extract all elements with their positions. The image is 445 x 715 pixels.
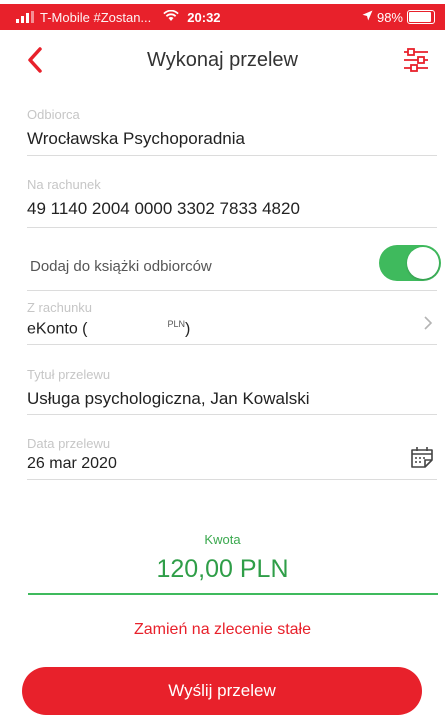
back-button[interactable] (22, 42, 52, 78)
settings-button[interactable] (401, 46, 431, 74)
recipient-label: Odbiorca (27, 107, 80, 122)
chevron-left-icon (28, 47, 42, 73)
transfer-title-value: Usługa psychologiczna, Jan Kowalski (27, 389, 310, 408)
transfer-title-label: Tytuł przelewu (27, 367, 111, 382)
source-account-value: eKonto (PLN) (27, 319, 191, 338)
transfer-title-field[interactable]: Tytuł przelewu Usługa psychologiczna, Ja… (27, 367, 437, 415)
source-account-label: Z rachunku (27, 300, 93, 315)
battery-icon (407, 10, 435, 24)
add-to-address-book-row: Dodaj do książki odbiorców (27, 244, 441, 291)
wifi-icon (163, 9, 179, 25)
amount-underline (28, 593, 438, 595)
sliders-icon (404, 48, 428, 72)
battery-percent: 98% (376, 9, 403, 25)
source-account-field[interactable]: Z rachunku eKonto (PLN) (27, 300, 437, 345)
calendar-icon[interactable] (409, 444, 435, 470)
transfer-date-label: Data przelewu (27, 436, 111, 451)
recipient-value: Wrocławska Psychoporadnia (27, 129, 245, 148)
convert-to-standing-order-link[interactable]: Zamień na zlecenie stałe (0, 621, 445, 639)
page-title: Wykonaj przelew (147, 48, 298, 71)
amount-input[interactable]: 120,00 PLN (0, 555, 445, 584)
source-account-currency: PLN (167, 319, 185, 329)
add-to-address-book-label: Dodaj do książki odbiorców (30, 258, 212, 275)
send-transfer-button[interactable]: Wyślij przelew (22, 667, 422, 715)
account-number-value: 49 1140 2004 0000 3302 7833 4820 (27, 199, 300, 218)
chevron-right-icon (424, 316, 433, 330)
account-number-field[interactable]: Na rachunek 49 1140 2004 0000 3302 7833 … (27, 177, 437, 228)
signal-icon (16, 11, 34, 23)
recipient-field[interactable]: Odbiorca Wrocławska Psychoporadnia (27, 107, 437, 156)
transfer-date-value: 26 mar 2020 (27, 455, 117, 472)
account-number-label: Na rachunek (27, 177, 101, 192)
clock: 20:32 (187, 9, 221, 25)
status-bar: T-Mobile #Zostan... 20:32 98% (0, 4, 445, 30)
location-arrow-icon (362, 10, 373, 24)
add-to-address-book-toggle[interactable] (379, 245, 441, 281)
transfer-date-field[interactable]: Data przelewu 26 mar 2020 (27, 436, 437, 480)
carrier-name: T-Mobile #Zostan... (40, 9, 152, 25)
navigation-bar: Wykonaj przelew (0, 30, 445, 90)
amount-label: Kwota (204, 532, 241, 547)
